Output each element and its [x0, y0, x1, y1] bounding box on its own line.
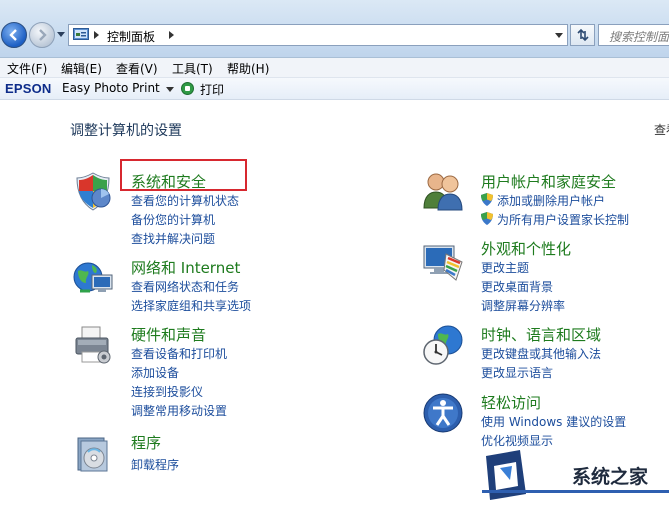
- link-adjust-resolution[interactable]: 调整屏幕分辨率: [481, 297, 565, 314]
- category-hardware-sound[interactable]: 硬件和声音: [131, 324, 206, 345]
- forward-button[interactable]: [29, 22, 55, 48]
- breadcrumb-separator[interactable]: [169, 31, 174, 39]
- epson-logo: EPSON: [5, 81, 52, 96]
- address-field[interactable]: 控制面板: [68, 24, 568, 46]
- link-view-devices-printers[interactable]: 查看设备和打印机: [131, 345, 227, 362]
- menu-file[interactable]: 文件(F): [7, 60, 47, 77]
- link-label: 为所有用户设置家长控制: [497, 213, 630, 227]
- category-user-accounts[interactable]: 用户帐户和家庭安全: [481, 171, 616, 192]
- category-programs[interactable]: 程序: [131, 432, 161, 453]
- print-button[interactable]: 打印: [200, 81, 224, 98]
- users-icon: [423, 173, 463, 211]
- link-label: 添加或删除用户帐户: [497, 194, 606, 208]
- epson-toolbar: EPSON Easy Photo Print 打印: [0, 78, 669, 100]
- clock-globe-icon: [423, 325, 463, 365]
- ease-of-access-icon: [423, 393, 463, 433]
- menu-tools[interactable]: 工具(T): [172, 60, 213, 77]
- category-clock-language-region[interactable]: 时钟、语言和区域: [481, 324, 601, 345]
- link-change-theme[interactable]: 更改主题: [481, 259, 529, 276]
- link-add-remove-users[interactable]: 添加或删除用户帐户: [481, 192, 621, 208]
- link-parental-controls[interactable]: 为所有用户设置家长控制: [481, 211, 641, 227]
- control-panel-icon: [73, 28, 89, 40]
- category-appearance[interactable]: 外观和个性化: [481, 238, 571, 259]
- breadcrumb-separator[interactable]: [94, 31, 99, 39]
- link-connect-projector[interactable]: 连接到投影仪: [131, 383, 203, 400]
- link-add-device[interactable]: 添加设备: [131, 364, 179, 381]
- easy-photo-print-button[interactable]: Easy Photo Print: [62, 81, 160, 95]
- print-icon[interactable]: [181, 82, 194, 95]
- link-uninstall-program[interactable]: 卸载程序: [131, 456, 179, 473]
- menu-bar: 文件(F) 编辑(E) 查看(V) 工具(T) 帮助(H): [0, 58, 669, 78]
- link-change-display-language[interactable]: 更改显示语言: [481, 364, 553, 381]
- menu-view[interactable]: 查看(V): [116, 60, 158, 77]
- refresh-icon: [576, 28, 589, 42]
- refresh-button[interactable]: [570, 24, 595, 46]
- uac-shield-icon: [481, 212, 493, 225]
- link-windows-recommended-settings[interactable]: 使用 Windows 建议的设置: [481, 413, 626, 430]
- address-history-dropdown[interactable]: [555, 33, 563, 38]
- page-title: 调整计算机的设置: [70, 123, 182, 139]
- back-button[interactable]: [1, 22, 27, 48]
- arrow-left-icon: [9, 29, 17, 41]
- menu-help[interactable]: 帮助(H): [227, 60, 269, 77]
- watermark-underline: [482, 490, 669, 493]
- menu-edit[interactable]: 编辑(E): [61, 60, 102, 77]
- link-view-network-status[interactable]: 查看网络状态和任务: [131, 278, 239, 295]
- easy-photo-print-dropdown[interactable]: [166, 87, 174, 92]
- link-homegroup-sharing[interactable]: 选择家庭组和共享选项: [131, 297, 251, 314]
- appearance-monitor-icon: [423, 245, 463, 281]
- address-bar-area: 控制面板 搜索控制面: [0, 0, 669, 58]
- arrow-right-icon: [39, 29, 47, 41]
- link-backup-computer[interactable]: 备份您的计算机: [131, 211, 215, 228]
- link-change-keyboard[interactable]: 更改键盘或其他输入法: [481, 345, 601, 362]
- printer-icon: [75, 326, 111, 364]
- category-network-internet[interactable]: 网络和 Internet: [131, 257, 240, 278]
- category-ease-of-access[interactable]: 轻松访问: [481, 392, 541, 413]
- network-globe-icon: [73, 262, 113, 293]
- shield-icon: [76, 172, 111, 211]
- programs-icon: [77, 437, 108, 472]
- view-by-label[interactable]: 查看方式: [654, 121, 669, 138]
- search-input[interactable]: 搜索控制面: [598, 24, 669, 46]
- link-change-desktop-background[interactable]: 更改桌面背景: [481, 278, 553, 295]
- link-view-computer-status[interactable]: 查看您的计算机状态: [131, 192, 239, 209]
- link-mobility-settings[interactable]: 调整常用移动设置: [131, 402, 227, 419]
- search-placeholder: 搜索控制面: [609, 30, 669, 44]
- recent-pages-dropdown[interactable]: [57, 32, 65, 37]
- breadcrumb-control-panel[interactable]: 控制面板: [107, 28, 155, 45]
- link-find-fix-problems[interactable]: 查找并解决问题: [131, 230, 215, 247]
- category-system-security[interactable]: 系统和安全: [131, 171, 206, 192]
- watermark-text: 系统之家: [572, 466, 649, 488]
- uac-shield-icon: [481, 193, 493, 206]
